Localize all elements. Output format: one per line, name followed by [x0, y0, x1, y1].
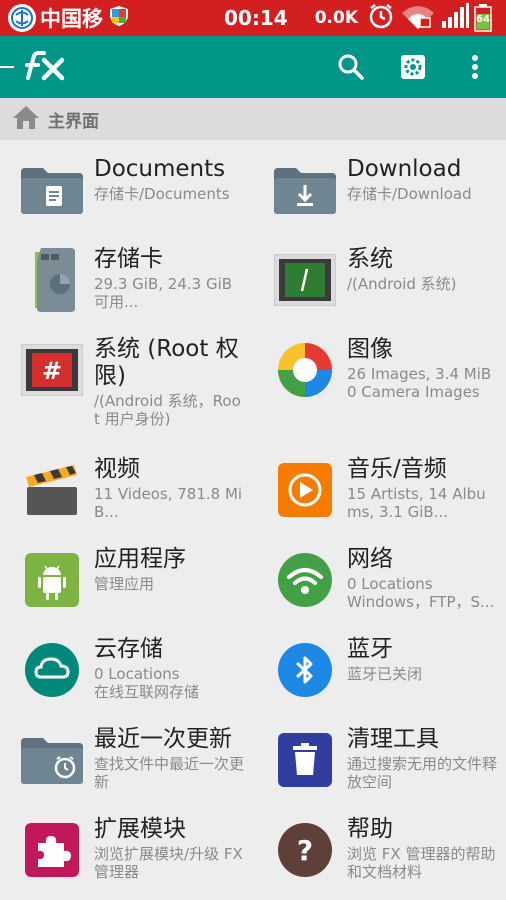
item-subtitle: 浏览扩展模块/升级 FX 管理器: [94, 845, 243, 881]
root-system-icon: #: [20, 342, 84, 398]
item-title: 系统: [347, 246, 393, 272]
item-subtitle: 26 Images, 3.4 MiB 0 Camera Images: [347, 365, 492, 401]
item-title: 帮助: [347, 816, 393, 842]
recent-icon: [20, 732, 84, 788]
item-title: 视频: [94, 456, 140, 482]
item-title: 蓝牙: [347, 636, 393, 662]
item-subtitle: 管理应用: [94, 575, 155, 593]
item-system[interactable]: 系统 /(Android 系统): [253, 230, 506, 320]
app-logo: [22, 50, 66, 86]
app-toolbar: [0, 36, 506, 98]
item-subtitle: 15 Artists, 14 Albums, 3.1 GiB...: [347, 485, 486, 521]
item-cloud[interactable]: 云存储 0 Locations 在线互联网存储: [0, 620, 253, 710]
item-music[interactable]: 音乐/音频 15 Artists, 14 Albums, 3.1 GiB...: [253, 440, 506, 530]
item-title: 音乐/音频: [347, 456, 447, 482]
apps-icon: [20, 552, 84, 608]
item-extensions[interactable]: 扩展模块 浏览扩展模块/升级 FX 管理器: [0, 800, 253, 890]
item-network[interactable]: 网络 0 Locations Windows，FTP，S...: [253, 530, 506, 620]
item-subtitle: 蓝牙已关闭: [347, 665, 423, 683]
item-title: Download: [347, 156, 462, 182]
home-icon: [12, 104, 40, 134]
help-icon: ?: [273, 822, 337, 878]
extensions-icon: [20, 822, 84, 878]
item-title: 应用程序: [94, 546, 186, 572]
music-icon: [273, 462, 337, 518]
breadcrumb[interactable]: 主界面: [0, 98, 506, 140]
item-title: 清理工具: [347, 726, 439, 752]
network-icon: [273, 552, 337, 608]
signal-icon: [441, 3, 469, 33]
breadcrumb-label: 主界面: [48, 111, 99, 132]
item-subtitle: 存储卡/Download: [347, 185, 472, 203]
wifi-locked-icon: [400, 3, 436, 33]
carrier-logo-icon: [8, 4, 36, 32]
item-title: 图像: [347, 336, 393, 362]
item-title: 最近一次更新: [94, 726, 232, 752]
overflow-menu-icon[interactable]: [459, 51, 491, 83]
item-subtitle: 11 Videos, 781.8 MiB...: [94, 485, 243, 521]
item-title: 存储卡: [94, 246, 163, 272]
item-cleaner[interactable]: 清理工具 通过搜索无用的文件释放空间: [253, 710, 506, 800]
item-root-system[interactable]: # 系统 (Root 权限) /(Android 系统，Root 用户身份): [0, 320, 253, 430]
item-bluetooth[interactable]: 蓝牙 蓝牙已关闭: [253, 620, 506, 710]
clock: 00:14: [224, 6, 288, 30]
item-subtitle: 0 Locations Windows，FTP，S...: [347, 575, 495, 611]
item-subtitle: /(Android 系统): [347, 275, 457, 293]
item-subtitle: 通过搜索无用的文件释放空间: [347, 755, 498, 791]
item-documents[interactable]: Documents 存储卡/Documents: [0, 140, 253, 230]
svg-text:#: #: [42, 357, 62, 385]
settings-icon[interactable]: [397, 51, 429, 83]
item-subtitle: 查找文件中最近一次更新: [94, 755, 245, 791]
svg-text:?: ?: [297, 834, 313, 867]
item-title: 云存储: [94, 636, 163, 662]
cloud-icon: [20, 642, 84, 698]
item-title: Documents: [94, 156, 226, 182]
item-subtitle: 0 Locations 在线互联网存储: [94, 665, 200, 701]
item-sd-card[interactable]: 存储卡 29.3 GiB, 24.3 GiB 可用...: [0, 230, 253, 320]
battery-level: 64: [476, 14, 490, 25]
item-recent[interactable]: 最近一次更新 查找文件中最近一次更新: [0, 710, 253, 800]
security-shield-icon: [109, 5, 129, 31]
item-title: 扩展模块: [94, 816, 186, 842]
item-title: 网络: [347, 546, 393, 572]
cleaner-icon: [273, 732, 337, 788]
item-title: 系统 (Root 权限): [94, 336, 239, 389]
alarm-icon: [367, 2, 395, 34]
folder-documents-icon: [20, 162, 84, 218]
system-icon: [273, 252, 337, 308]
network-speed: 0.0K: [314, 8, 358, 28]
item-subtitle: 浏览 FX 管理器的帮助和文档材料: [347, 845, 496, 881]
item-subtitle: /(Android 系统，Root 用户身份): [94, 392, 241, 428]
item-images[interactable]: 图像 26 Images, 3.4 MiB 0 Camera Images: [253, 320, 506, 410]
item-video[interactable]: 视频 11 Videos, 781.8 MiB...: [0, 440, 253, 530]
battery-icon: 64: [474, 4, 492, 32]
item-subtitle: 29.3 GiB, 24.3 GiB 可用...: [94, 275, 233, 311]
folder-download-icon: [273, 162, 337, 218]
sd-card-icon: [20, 248, 84, 312]
bluetooth-icon: [273, 642, 337, 698]
search-icon[interactable]: [335, 51, 367, 83]
images-icon: [273, 342, 337, 398]
item-help[interactable]: ? 帮助 浏览 FX 管理器的帮助和文档材料: [253, 800, 506, 890]
item-apps[interactable]: 应用程序 管理应用: [0, 530, 253, 620]
item-subtitle: 存储卡/Documents: [94, 185, 230, 203]
drawer-handle[interactable]: [0, 66, 14, 68]
status-bar: 中国移 00:14 0.0K 64: [0, 0, 506, 36]
video-icon: [20, 462, 84, 518]
item-download[interactable]: Download 存储卡/Download: [253, 140, 506, 230]
carrier-name: 中国移: [40, 7, 103, 31]
